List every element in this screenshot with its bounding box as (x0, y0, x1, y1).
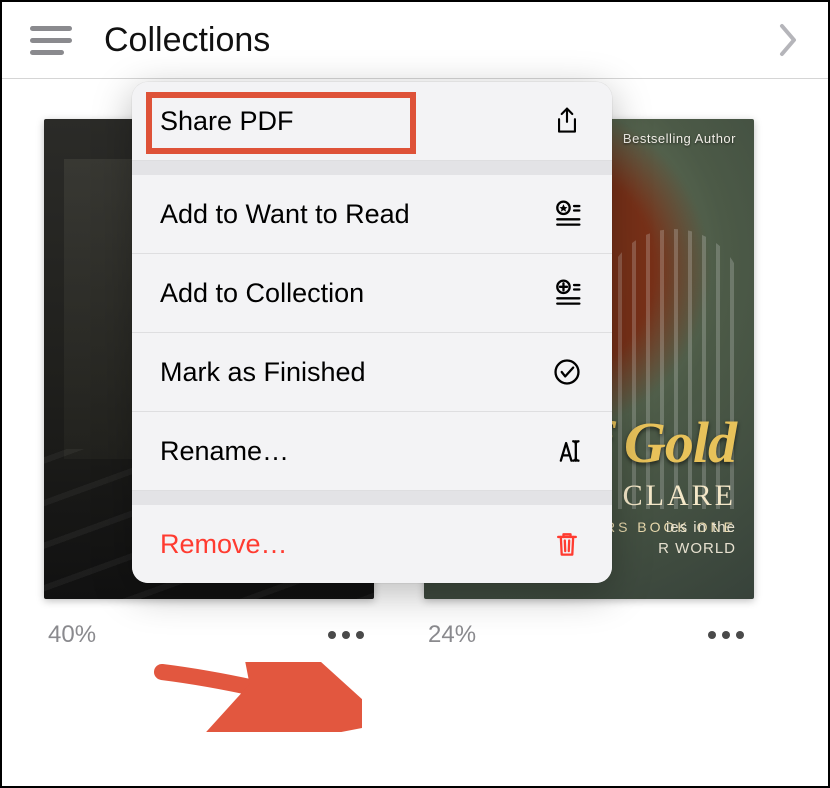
page-title: Collections (104, 21, 778, 60)
menu-item-want-to-read[interactable]: Add to Want to Read (132, 175, 612, 254)
book-meta: 24% (424, 621, 754, 649)
text-cursor-icon (550, 434, 584, 468)
menu-item-share-pdf[interactable]: Share PDF (132, 82, 612, 161)
header-bar: Collections (2, 2, 828, 79)
menu-separator (132, 161, 612, 175)
annotation-arrow (152, 662, 362, 732)
plus-list-icon (550, 276, 584, 310)
checkmark-circle-icon (550, 355, 584, 389)
cover-badge: Bestselling Author (623, 131, 736, 146)
share-icon (550, 104, 584, 138)
menu-item-mark-finished[interactable]: Mark as Finished (132, 333, 612, 412)
menu-item-label: Add to Want to Read (160, 199, 550, 230)
menu-item-label: Rename… (160, 436, 550, 467)
progress-label: 24% (428, 621, 476, 649)
more-options-button[interactable] (702, 625, 750, 645)
menu-item-label: Share PDF (160, 106, 550, 137)
star-list-icon (550, 197, 584, 231)
context-menu: Share PDF Add to Want to Read Add to Col… (132, 82, 612, 583)
chevron-right-icon[interactable] (778, 22, 798, 58)
cover-title-fragment: f Gold (592, 409, 736, 476)
menu-item-label: Add to Collection (160, 278, 550, 309)
menu-item-add-collection[interactable]: Add to Collection (132, 254, 612, 333)
menu-item-remove[interactable]: Remove… (132, 505, 612, 583)
progress-label: 40% (48, 621, 96, 649)
menu-icon[interactable] (30, 20, 76, 60)
cover-tagline: ies in the R WORLD (658, 517, 736, 559)
menu-item-label: Mark as Finished (160, 357, 550, 388)
trash-icon (550, 527, 584, 561)
more-options-button[interactable] (322, 625, 370, 645)
book-meta: 40% (44, 621, 374, 649)
menu-separator (132, 491, 612, 505)
menu-item-rename[interactable]: Rename… (132, 412, 612, 491)
menu-item-label: Remove… (160, 529, 550, 560)
